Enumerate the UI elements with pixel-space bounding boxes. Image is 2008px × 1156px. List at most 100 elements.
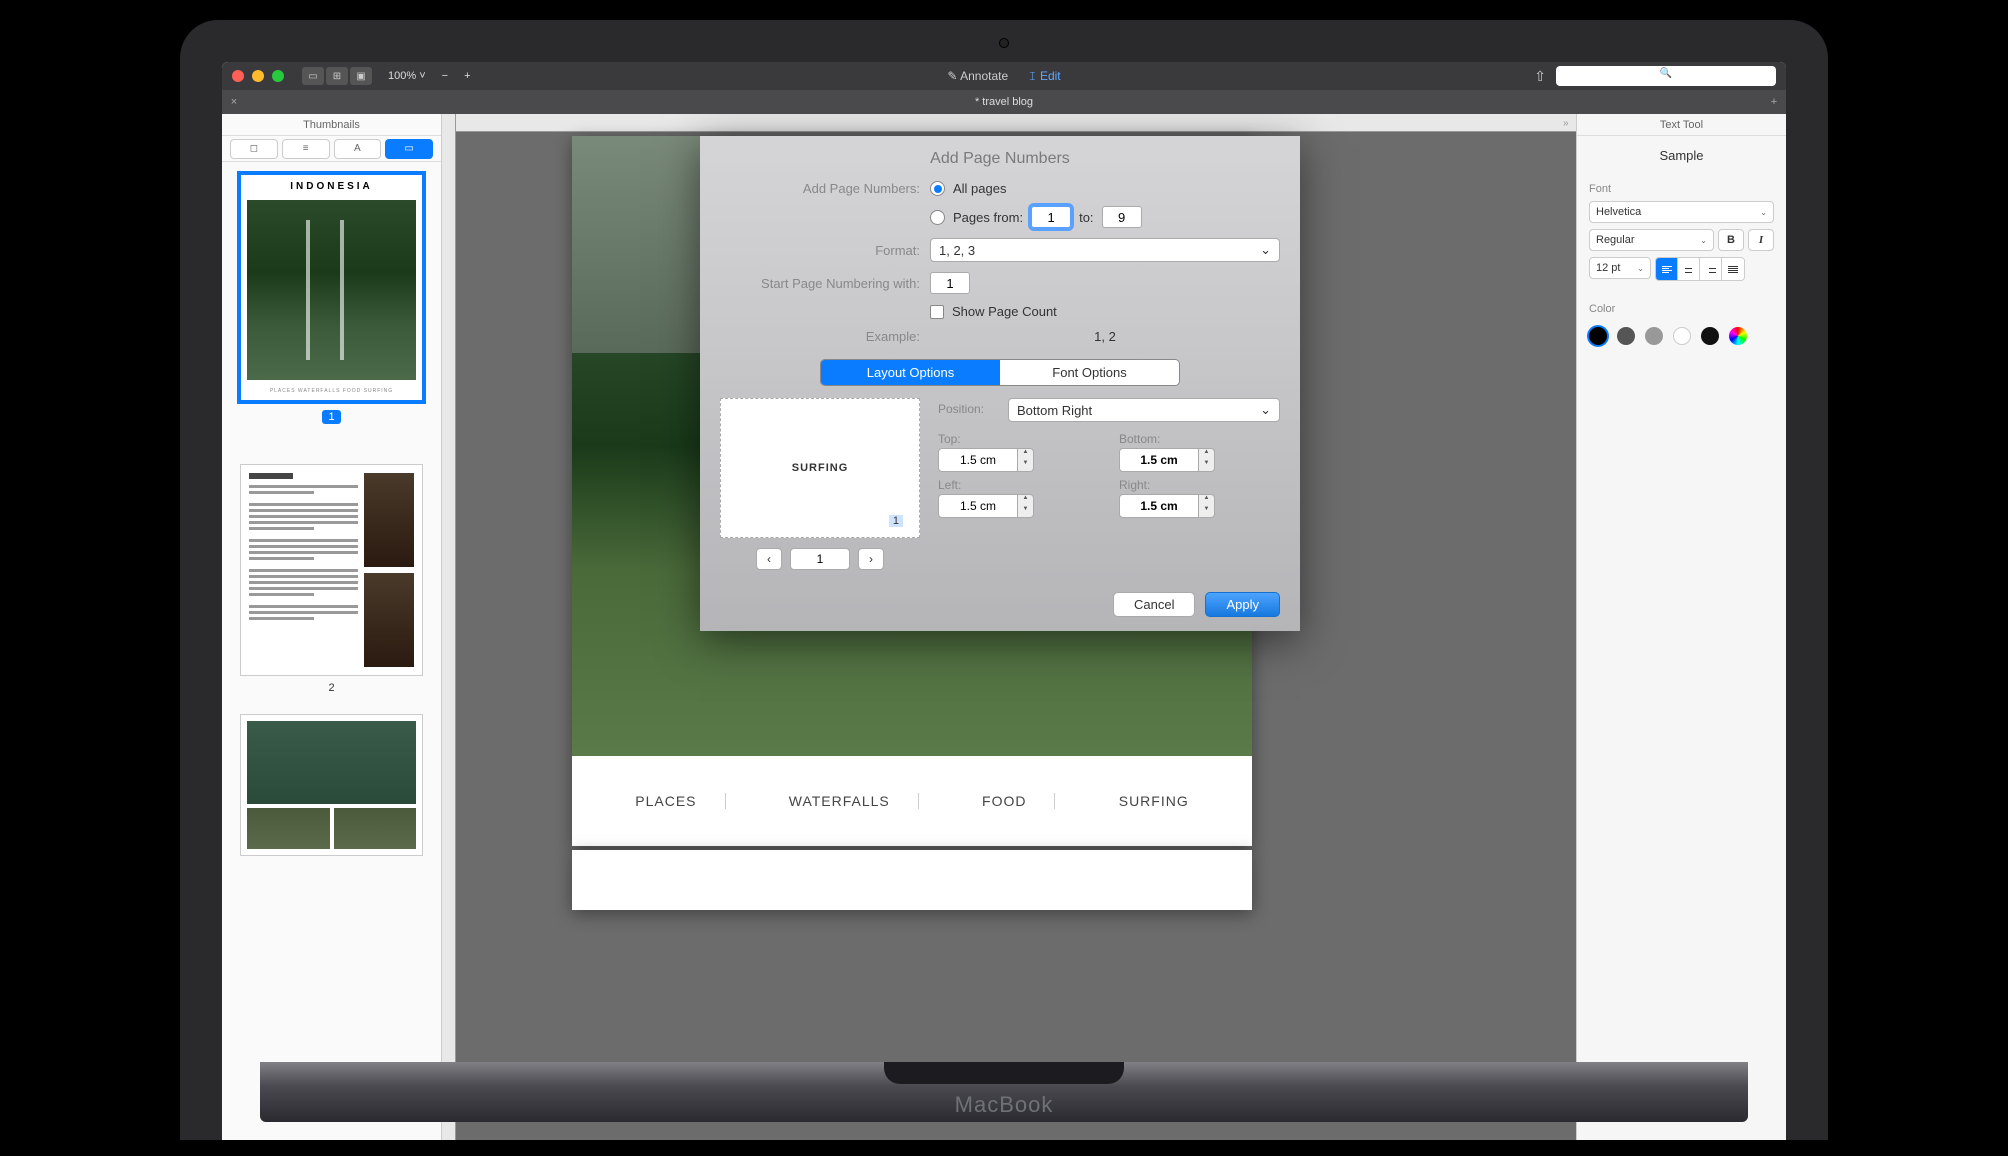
align-center-button[interactable] (1678, 258, 1700, 280)
view-grid-button[interactable]: ⊞ (326, 67, 348, 85)
chevron-down-icon: ⌄ (1637, 264, 1644, 273)
input-from-page[interactable] (1031, 206, 1071, 228)
tab-layout-options[interactable]: Layout Options (821, 360, 1000, 385)
tab-add-button[interactable]: + (1762, 96, 1786, 108)
zoom-out-button[interactable]: − (442, 70, 448, 82)
label-example: Example: (720, 329, 920, 344)
nav-food: FOOD (954, 793, 1055, 809)
stepper-bottom[interactable]: ▲▼ (1199, 448, 1215, 472)
sidebar-view-tabs: ◻ ≡ A ▭ (222, 136, 441, 162)
stepper-top[interactable]: ▲▼ (1018, 448, 1034, 472)
input-to-page[interactable] (1102, 206, 1142, 228)
view-single-button[interactable]: ▭ (302, 67, 324, 85)
screen: ▭ ⊞ ▣ 100% ˅ − + ✎ Annotate 𝙸 Edit ⇧ × (222, 62, 1786, 1140)
thumbnail-page-3[interactable] (240, 714, 423, 856)
select-format[interactable]: 1, 2, 3 ⌄ (930, 238, 1280, 262)
zoom-window-button[interactable] (272, 70, 284, 82)
collapse-right-sidebar-button[interactable]: » (1563, 118, 1569, 129)
align-left-button[interactable] (1656, 258, 1678, 280)
swatch-black2[interactable] (1701, 327, 1719, 345)
chevron-down-icon: ⌄ (1760, 208, 1767, 217)
input-margin-bottom[interactable] (1119, 448, 1199, 472)
camera (999, 38, 1009, 48)
select-font-style[interactable]: Regular⌄ (1589, 229, 1714, 251)
canvas[interactable]: PLACES WATERFALLS FOOD SURFING Add Page … (442, 114, 1576, 1140)
view-mode-segment: ▭ ⊞ ▣ (302, 67, 372, 85)
input-margin-left[interactable] (938, 494, 1018, 518)
titlebar: ▭ ⊞ ▣ 100% ˅ − + ✎ Annotate 𝙸 Edit ⇧ (222, 62, 1786, 90)
text-tool-sample: Sample (1577, 136, 1786, 175)
checkbox-show-page-count[interactable] (930, 305, 944, 319)
chevron-down-icon: ⌄ (1260, 402, 1271, 418)
thumbnail-list[interactable]: INDONESIA PLACES WATERFALLS FOOD SURFING… (222, 162, 441, 1140)
label-margin-bottom: Bottom: (1119, 432, 1280, 446)
swatch-white[interactable] (1673, 327, 1691, 345)
close-window-button[interactable] (232, 70, 244, 82)
nav-places: PLACES (607, 793, 725, 809)
swatch-darkgray[interactable] (1617, 327, 1635, 345)
sidebar-thumbnails-tab[interactable]: ▭ (385, 139, 433, 159)
label-color: Color (1589, 303, 1774, 315)
preview-page-input[interactable] (790, 548, 850, 570)
preview-box: SURFING 1 ‹ › (720, 398, 920, 570)
page-2-peek[interactable] (572, 850, 1252, 910)
view-slideshow-button[interactable]: ▣ (350, 67, 372, 85)
traffic-lights (232, 70, 284, 82)
apply-button[interactable]: Apply (1205, 592, 1280, 617)
device-label: MacBook (260, 1092, 1748, 1118)
label-pages-from: Pages from: (953, 210, 1023, 225)
select-position[interactable]: Bottom Right ⌄ (1008, 398, 1280, 422)
tab-font-options[interactable]: Font Options (1000, 360, 1179, 385)
label-margin-top: Top: (938, 432, 1099, 446)
select-font-size[interactable]: 12 pt⌄ (1589, 257, 1651, 279)
sidebar-thumbnails: Thumbnails ◻ ≡ A ▭ INDONESIA PLACES WATE… (222, 114, 442, 1140)
nav-surfing: SURFING (1091, 793, 1217, 809)
share-button[interactable]: ⇧ (1534, 68, 1546, 85)
align-right-button[interactable] (1700, 258, 1722, 280)
radio-all-pages[interactable] (930, 181, 945, 196)
preview-page: SURFING 1 (720, 398, 920, 538)
sidebar-bookmarks-tab[interactable]: ◻ (230, 139, 278, 159)
minimize-window-button[interactable] (252, 70, 264, 82)
tab-bar: × * travel blog + (222, 90, 1786, 114)
search-input[interactable] (1556, 66, 1776, 86)
edit-mode-button[interactable]: 𝙸 Edit (1028, 69, 1061, 84)
bold-button[interactable]: B (1718, 229, 1744, 251)
preview-prev-button[interactable]: ‹ (756, 548, 782, 570)
thumbnail-page-label: 2 (240, 682, 423, 694)
input-start-number[interactable] (930, 272, 970, 294)
swatch-black[interactable] (1589, 327, 1607, 345)
swatch-gray[interactable] (1645, 327, 1663, 345)
stepper-left[interactable]: ▲▼ (1018, 494, 1034, 518)
sidebar-outline-tab[interactable]: ≡ (282, 139, 330, 159)
label-position: Position: (938, 402, 998, 416)
zoom-in-button[interactable]: + (464, 70, 470, 82)
color-swatches (1589, 321, 1774, 351)
tab-close-button[interactable]: × (222, 96, 246, 108)
input-margin-top[interactable] (938, 448, 1018, 472)
label-margin-left: Left: (938, 478, 1099, 492)
label-to: to: (1079, 210, 1093, 225)
thumbnail-nav: PLACES WATERFALLS FOOD SURFING (241, 386, 422, 400)
italic-button[interactable]: I (1748, 229, 1774, 251)
input-margin-right[interactable] (1119, 494, 1199, 518)
align-justify-button[interactable] (1722, 258, 1744, 280)
radio-pages-from[interactable] (930, 210, 945, 225)
label-font: Font (1589, 183, 1774, 195)
label-show-page-count: Show Page Count (952, 304, 1057, 319)
select-font-family[interactable]: Helvetica⌄ (1589, 201, 1774, 223)
page-nav: PLACES WATERFALLS FOOD SURFING (572, 756, 1252, 846)
thumbnail-page-1[interactable]: INDONESIA PLACES WATERFALLS FOOD SURFING (240, 174, 423, 401)
label-start-with: Start Page Numbering with: (720, 276, 920, 291)
sidebar-annotations-tab[interactable]: A (334, 139, 382, 159)
annotate-mode-button[interactable]: ✎ Annotate (947, 69, 1008, 83)
chevron-down-icon: ⌄ (1700, 236, 1707, 245)
swatch-color-picker[interactable] (1729, 327, 1747, 345)
cancel-button[interactable]: Cancel (1113, 592, 1195, 617)
thumbnail-page-2[interactable] (240, 464, 423, 676)
preview-next-button[interactable]: › (858, 548, 884, 570)
options-segment: Layout Options Font Options (820, 359, 1180, 386)
app-window: ▭ ⊞ ▣ 100% ˅ − + ✎ Annotate 𝙸 Edit ⇧ × (222, 62, 1786, 1140)
zoom-select[interactable]: 100% ˅ (388, 70, 426, 82)
stepper-right[interactable]: ▲▼ (1199, 494, 1215, 518)
